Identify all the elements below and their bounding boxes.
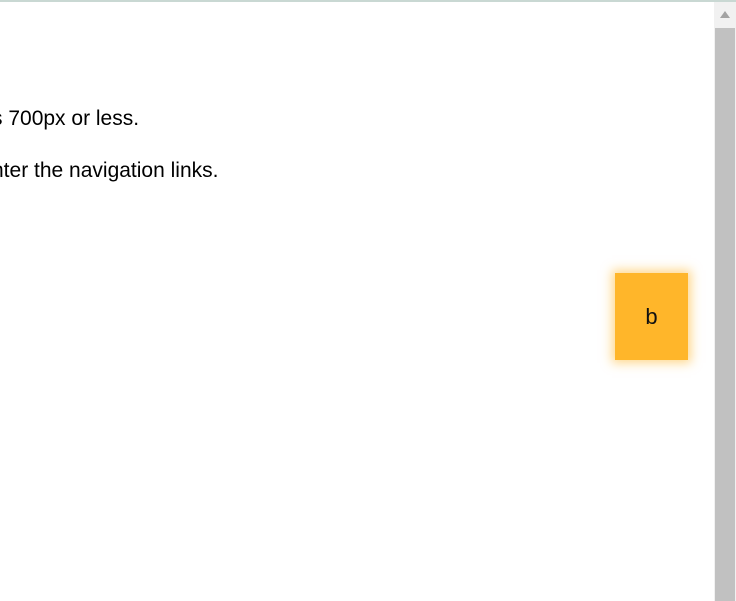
b-box[interactable]: b <box>615 273 688 360</box>
page-viewport: s 700px or less. nter the navigation lin… <box>0 0 736 601</box>
paragraph-line-1: s 700px or less. <box>0 107 140 130</box>
top-border <box>0 0 736 2</box>
scroll-up-button[interactable] <box>714 2 736 26</box>
scroll-up-arrow-icon <box>720 10 730 18</box>
scrollbar-thumb[interactable] <box>715 28 735 601</box>
vertical-scrollbar[interactable] <box>714 2 736 601</box>
paragraph-line-2: nter the navigation links. <box>0 159 219 182</box>
b-box-label: b <box>645 303 658 329</box>
